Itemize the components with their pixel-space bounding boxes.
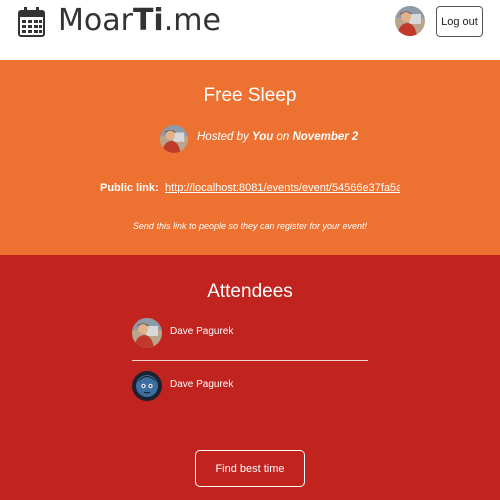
host-avatar <box>160 125 188 153</box>
divider <box>132 360 368 361</box>
host-name: You <box>251 131 274 143</box>
user-avatar[interactable] <box>395 6 425 36</box>
attendee-name: Dave Pagurek <box>170 379 234 390</box>
attendees-title: Attendees <box>207 281 293 302</box>
attendee-avatar <box>132 318 162 348</box>
brand-text-part2: Ti <box>132 3 164 38</box>
hosted-mid: on <box>273 131 293 143</box>
public-link[interactable]: http://localhost:8081/events/event/54566… <box>165 182 400 194</box>
event-date: November 2 <box>292 131 359 143</box>
public-link-label: Public link: <box>100 182 159 194</box>
logout-button[interactable]: Log out <box>436 6 483 37</box>
hosted-by-text: Hosted by You on November 2 <box>197 131 358 143</box>
find-best-time-button[interactable]: Find best time <box>195 450 305 487</box>
calendar-icon <box>18 7 45 37</box>
brand-text-part1: Moar <box>58 3 133 38</box>
attendee-avatar <box>132 371 162 401</box>
attendee-name: Dave Pagurek <box>170 326 234 337</box>
brand-logo[interactable]: MoarTi.me <box>58 1 221 41</box>
attendees-section: Attendees Dave Pagurek Dave Pagurek Find… <box>0 255 500 500</box>
event-section: Free Sleep Hosted by You on November 2 P… <box>0 60 500 255</box>
event-title: Free Sleep <box>203 85 297 106</box>
hosted-prefix: Hosted by <box>197 131 252 143</box>
share-hint: Send this link to people so they can reg… <box>132 221 368 231</box>
brand-text-part3: .me <box>163 3 221 38</box>
list-item: Dave Pagurek <box>132 371 368 401</box>
top-navbar: MoarTi.me Log out <box>0 0 500 60</box>
list-item: Dave Pagurek <box>132 318 368 348</box>
